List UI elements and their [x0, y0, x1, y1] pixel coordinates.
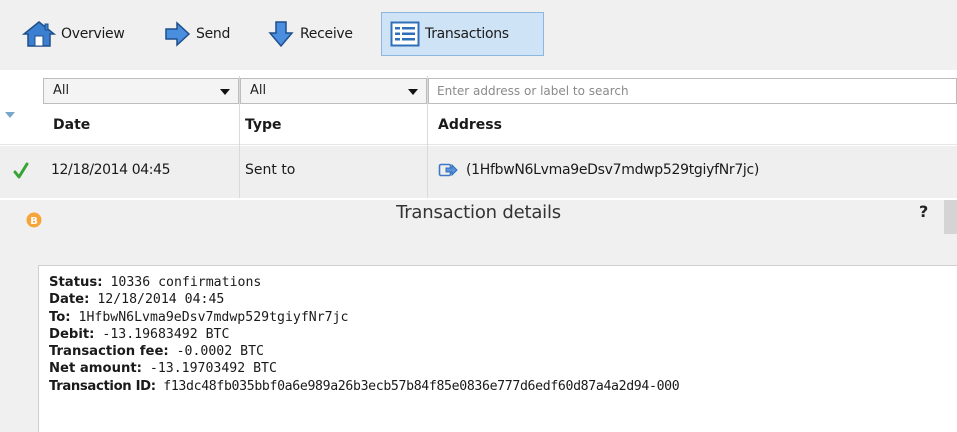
detail-status: Status: 10336 confirmations	[49, 274, 957, 291]
column-header-date[interactable]: Date	[53, 117, 90, 133]
receive-arrow-icon	[267, 20, 295, 48]
row-type: Sent to	[245, 162, 296, 178]
table-row[interactable]: 12/18/2014 04:45 Sent to (1HfbwN6Lvma9eD…	[0, 146, 957, 198]
detail-value: -13.19683492 BTC	[94, 326, 230, 342]
overview-label: Overview	[61, 26, 125, 42]
send-button[interactable]: Send	[163, 12, 230, 56]
detail-net-amount: Net amount: -13.19703492 BTC	[49, 360, 957, 377]
column-header-type[interactable]: Type	[245, 117, 282, 133]
transactions-button[interactable]: Transactions	[381, 12, 544, 56]
detail-value: -0.0002 BTC	[168, 344, 264, 360]
date-filter-value: All	[53, 83, 70, 98]
row-address: (1HfbwN6Lvma9eDsv7mdwp529tgiyfNr7jc)	[466, 162, 760, 178]
detail-value: -13.19703492 BTC	[141, 361, 277, 377]
filter-row: All All	[0, 76, 957, 106]
detail-label: Transaction ID:	[49, 378, 156, 394]
detail-label: To:	[49, 309, 71, 325]
transactions-list-icon	[390, 21, 420, 47]
home-icon	[22, 20, 56, 48]
overview-button[interactable]: Overview	[22, 12, 125, 56]
transaction-details-text: Status: 10336 confirmations Date: 12/18/…	[38, 265, 957, 432]
detail-debit: Debit: -13.19683492 BTC	[49, 326, 957, 343]
detail-value: f13dc48fb035bbf0a6e989a26b3ecb57b84f85e0…	[155, 378, 680, 394]
row-date: 12/18/2014 04:45	[51, 162, 171, 178]
panel-scrollbar[interactable]	[944, 200, 957, 234]
sent-address-icon	[438, 161, 458, 183]
detail-value: 1HfbwN6Lvma9eDsv7mdwp529tgiyfNr7jc	[70, 309, 349, 325]
checkmark-icon	[13, 162, 29, 184]
transactions-label: Transactions	[425, 26, 509, 42]
detail-transaction-id: Transaction ID: f13dc48fb035bbf0a6e989a2…	[49, 378, 957, 395]
detail-label: Status:	[49, 275, 103, 290]
detail-value: 12/18/2014 04:45	[89, 292, 225, 308]
chevron-down-icon	[408, 89, 418, 95]
detail-label: Net amount:	[49, 361, 142, 377]
detail-to: To: 1HfbwN6Lvma9eDsv7mdwp529tgiyfNr7jc	[49, 309, 957, 326]
receive-button[interactable]: Receive	[267, 12, 353, 56]
column-divider	[427, 76, 428, 198]
detail-label: Debit:	[49, 326, 95, 342]
chevron-down-icon	[220, 89, 230, 95]
toolbar: Overview Send Receive Transactions	[0, 0, 957, 70]
panel-title: Transaction details	[396, 202, 561, 223]
date-filter-select[interactable]: All	[43, 78, 239, 104]
sort-indicator-icon[interactable]	[5, 112, 15, 118]
detail-label: Date:	[49, 292, 90, 308]
column-divider	[239, 76, 240, 198]
help-button[interactable]: ?	[919, 202, 928, 221]
column-header-address[interactable]: Address	[438, 117, 502, 133]
detail-label: Transaction fee:	[49, 344, 169, 360]
type-filter-value: All	[250, 83, 267, 98]
detail-value: 10336 confirmations	[102, 275, 262, 290]
send-arrow-icon	[163, 21, 191, 47]
table-header: Date Type Address	[0, 108, 957, 145]
detail-fee: Transaction fee: -0.0002 BTC	[49, 343, 957, 360]
detail-date: Date: 12/18/2014 04:45	[49, 291, 957, 308]
send-label: Send	[196, 26, 231, 42]
type-filter-select[interactable]: All	[240, 78, 427, 104]
receive-label: Receive	[300, 26, 353, 42]
address-search-input[interactable]	[428, 78, 957, 104]
